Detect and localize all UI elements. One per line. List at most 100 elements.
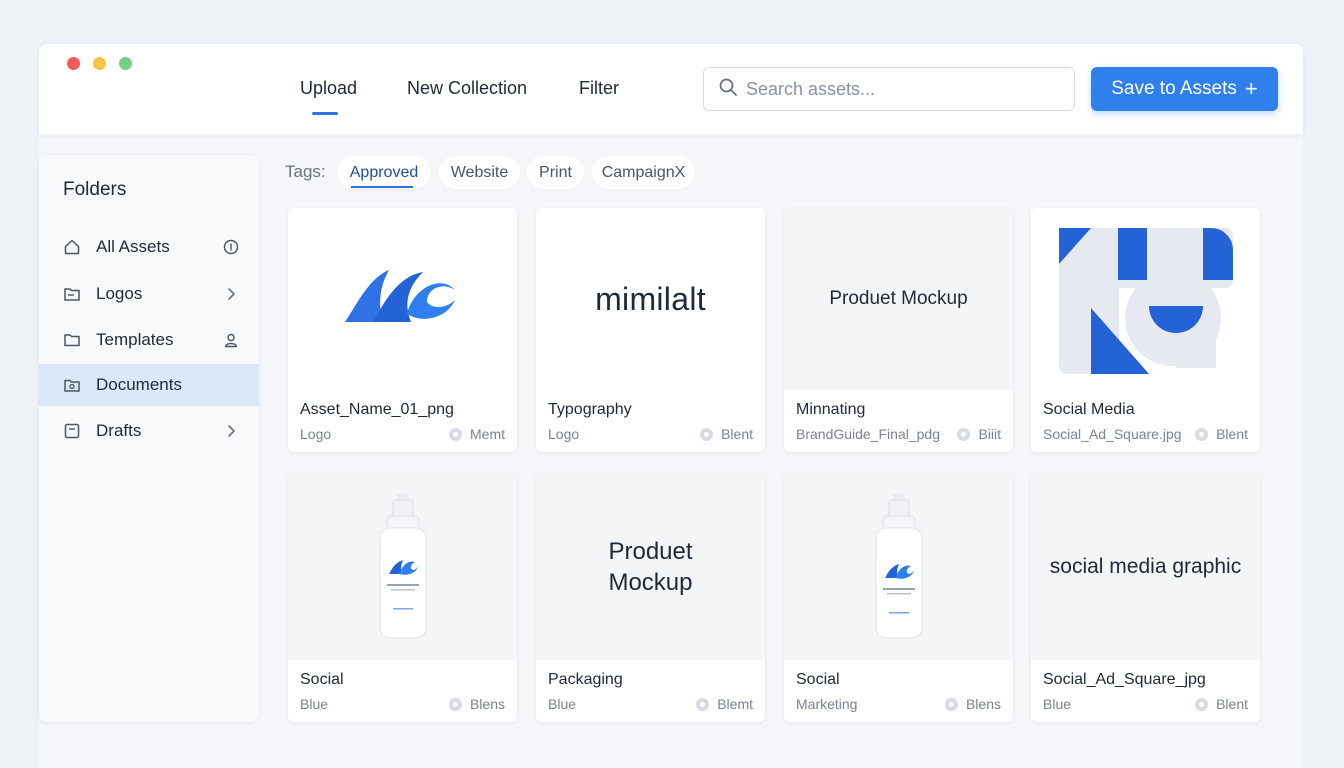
asset-card[interactable]: Produet Mockup Packaging Blue Blemt (536, 473, 765, 722)
thumbnail-text: social media graphic (1049, 554, 1242, 578)
asset-status: Blens (944, 696, 1001, 712)
sidebar-item-label: Drafts (96, 421, 142, 440)
asset-type: Blue (548, 696, 577, 712)
thumbnail-text: mimilalt (595, 280, 706, 317)
sidebar-title: Folders (63, 179, 127, 200)
asset-card[interactable]: Social Marketing Blens (784, 473, 1013, 722)
asset-card[interactable]: Social Media Social_Ad_Square.jpg Blent (1031, 208, 1260, 452)
status-dot-icon (449, 427, 462, 441)
tag-website[interactable]: Website (439, 156, 520, 189)
asset-title: Social (796, 671, 840, 688)
asset-title: Typography (548, 401, 632, 418)
asset-status: Biiit (957, 426, 1001, 442)
asset-type: BrandGuide_Final_pdg (796, 426, 940, 442)
asset-title: Minnating (796, 401, 866, 418)
asset-card[interactable]: social media graphic Social_Ad_Square_jp… (1031, 473, 1260, 722)
asset-status: Blent (700, 426, 753, 442)
folders-sidebar: Folders All Assets Logos Templates Docum (39, 155, 259, 722)
wave-logo-image (344, 270, 455, 322)
asset-status-label: Blent (721, 426, 753, 442)
asset-card[interactable]: Social Blue Blens (288, 473, 517, 722)
asset-type: Blue (300, 696, 329, 712)
window-minimize-dot[interactable] (93, 57, 106, 70)
asset-type: Marketing (796, 696, 858, 712)
sidebar-item-logos[interactable]: Logos (39, 273, 259, 315)
asset-status-label: Memt (470, 426, 505, 442)
sidebar-item-templates[interactable]: Templates (39, 319, 259, 361)
search-input[interactable] (746, 78, 1066, 100)
asset-type: Logo (548, 426, 580, 442)
asset-status-label: Biiit (978, 426, 1001, 442)
status-dot-icon (957, 427, 971, 441)
folder-outline-icon (63, 331, 81, 349)
status-dot-icon (696, 697, 710, 711)
asset-type: Blue (1043, 696, 1072, 712)
sidebar-item-label: All Assets (96, 237, 170, 256)
asset-title: Social_Ad_Square_jpg (1043, 671, 1206, 688)
status-dot-icon (1195, 697, 1209, 711)
tag-approved[interactable]: Approved (337, 156, 431, 189)
sidebar-item-label: Templates (96, 330, 174, 349)
asset-status-label: Blens (965, 696, 1001, 712)
asset-status: Memt (449, 426, 505, 442)
search-box[interactable] (703, 67, 1075, 111)
save-to-assets-button[interactable]: Save to Assets + (1091, 67, 1278, 111)
sidebar-item-label: Documents (96, 375, 182, 394)
status-dot-icon (448, 697, 462, 711)
tab-filter[interactable]: Filter (579, 78, 619, 99)
asset-thumbnail (784, 473, 1013, 660)
bottle-mockup-image (379, 493, 426, 638)
sidebar-item-documents[interactable]: Documents (39, 364, 259, 406)
sidebar-item-label: Logos (96, 284, 143, 303)
folder-icon (63, 285, 81, 303)
window-maximize-dot[interactable] (119, 57, 132, 70)
document-folder-icon (63, 376, 81, 394)
status-dot-icon (944, 697, 958, 711)
asset-thumbnail: Produet Mockup (536, 473, 765, 660)
geometric-graphic-image (1059, 228, 1233, 374)
sidebar-item-drafts[interactable]: Drafts (39, 410, 259, 452)
tab-new-collection[interactable]: New Collection (407, 78, 527, 99)
asset-status-label: Blemt (717, 696, 753, 712)
status-dot-icon (700, 427, 714, 441)
asset-status: Blens (448, 696, 505, 712)
asset-type: Logo (300, 426, 332, 442)
asset-status: Blent (1195, 426, 1248, 442)
info-circle-icon[interactable] (223, 239, 239, 255)
asset-thumbnail: mimilalt (536, 208, 765, 390)
asset-title: Asset_Name_01_png (300, 401, 454, 418)
window-close-dot[interactable] (67, 57, 80, 70)
asset-status-label: Blent (1216, 696, 1248, 712)
asset-status: Blent (1195, 696, 1248, 712)
tags-label: Tags: (285, 162, 326, 181)
asset-status-label: Blens (469, 696, 505, 712)
asset-type: Social_Ad_Square.jpg (1043, 426, 1182, 442)
asset-thumbnail (288, 473, 517, 660)
home-icon (63, 238, 81, 256)
save-button-label: Save to Assets (1111, 78, 1237, 99)
thumbnail-text: Produet Mockup (608, 537, 693, 596)
asset-thumbnail (1031, 208, 1260, 390)
chevron-right-icon[interactable] (223, 423, 239, 439)
asset-title: Social Media (1043, 401, 1135, 418)
asset-thumbnail: Produet Mockup (784, 208, 1013, 390)
thumbnail-text: Produet Mockup (829, 288, 968, 309)
draft-icon (63, 422, 81, 440)
tab-upload[interactable]: Upload (300, 78, 357, 115)
asset-card[interactable]: mimilalt Typography Logo Blent (536, 208, 765, 452)
tag-print[interactable]: Print (527, 156, 584, 189)
asset-thumbnail (288, 208, 517, 390)
asset-status-label: Blent (1216, 426, 1248, 442)
user-icon[interactable] (223, 332, 239, 348)
sidebar-item-all-assets[interactable]: All Assets (39, 226, 259, 268)
search-icon (718, 77, 738, 102)
asset-card[interactable]: Produet Mockup Minnating BrandGuide_Fina… (784, 208, 1013, 452)
asset-title: Social (300, 671, 344, 688)
status-dot-icon (1195, 427, 1209, 441)
plus-icon: + (1244, 76, 1258, 101)
asset-card[interactable]: Asset_Name_01_png Logo Memt (288, 208, 517, 452)
asset-status: Blemt (696, 696, 753, 712)
tag-campaignx[interactable]: CampaignX (592, 156, 695, 189)
chevron-right-icon[interactable] (223, 286, 239, 302)
asset-title: Packaging (548, 671, 623, 688)
